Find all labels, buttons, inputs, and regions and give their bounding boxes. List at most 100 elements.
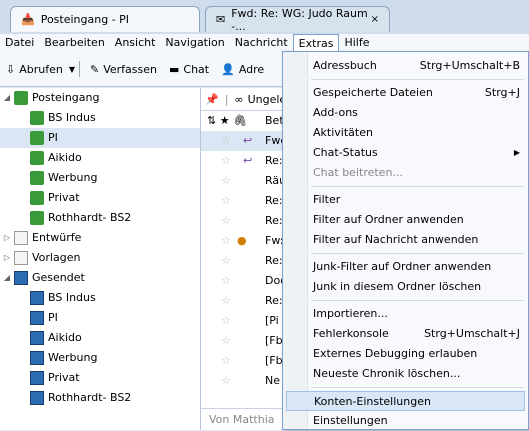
twisty-icon[interactable]: ▷ xyxy=(2,248,12,268)
menu-item-label: Gespeicherte Dateien xyxy=(313,86,433,99)
folder-item[interactable]: BS Indus xyxy=(0,108,200,128)
message-subject: Re: xyxy=(265,294,283,307)
inbox-folder-icon xyxy=(30,211,44,225)
folder-item[interactable]: BS Indus xyxy=(0,288,200,308)
folder-item[interactable]: Privat xyxy=(0,368,200,388)
addressbook-button[interactable]: 👤 Adre xyxy=(215,63,270,76)
menu-nachricht[interactable]: Nachricht xyxy=(230,34,293,52)
sent-folder-icon xyxy=(30,391,44,405)
inbox-folder-icon xyxy=(30,171,44,185)
folder-item[interactable]: Werbung xyxy=(0,168,200,188)
folder-label: Aikido xyxy=(48,331,82,344)
menu-item[interactable]: Neueste Chronik löschen... xyxy=(313,364,520,384)
tab-message[interactable]: ✉ Fwd: Re: WG: Judo Raum -... × xyxy=(205,6,390,33)
folder-label: BS Indus xyxy=(48,111,96,124)
folder-item[interactable]: ◢ Posteingang xyxy=(0,88,200,108)
star-icon[interactable]: ☆ xyxy=(221,151,231,171)
folder-label: Entwürfe xyxy=(32,231,82,244)
menu-bearbeiten[interactable]: Bearbeiten xyxy=(39,34,109,52)
folder-item[interactable]: Aikido xyxy=(0,148,200,168)
chat-button[interactable]: ▬ Chat xyxy=(163,63,215,76)
doc-folder-icon xyxy=(14,251,28,265)
folder-item[interactable]: ◢ Gesendet xyxy=(0,268,200,288)
menu-item[interactable]: Konten-Einstellungen xyxy=(286,391,525,411)
menu-item-label: Chat-Status xyxy=(313,146,378,159)
menu-item[interactable]: Importieren... xyxy=(313,304,520,324)
twisty-icon[interactable]: ◢ xyxy=(2,88,12,108)
menu-item[interactable]: Einstellungen xyxy=(313,411,520,431)
twisty-icon[interactable]: ◢ xyxy=(2,268,12,288)
chevron-down-icon[interactable]: ▼ xyxy=(69,65,75,74)
star-icon[interactable]: ☆ xyxy=(221,311,231,331)
star-icon[interactable]: ☆ xyxy=(221,371,231,391)
star-icon[interactable]: ☆ xyxy=(221,131,231,151)
menu-navigation[interactable]: Navigation xyxy=(160,34,229,52)
folder-item[interactable]: Rothhardt- BS2 xyxy=(0,388,200,408)
menu-item[interactable]: Fehlerkonsole Strg+Umschalt+J xyxy=(313,324,520,344)
submenu-arrow-icon: ▶ xyxy=(513,148,520,157)
message-subject: Re: xyxy=(265,254,283,267)
divider: | xyxy=(224,92,229,106)
tab-posteingang[interactable]: 📥 Posteingang - PI xyxy=(10,6,200,32)
compose-button[interactable]: ✎ Verfassen xyxy=(84,63,163,76)
menu-item[interactable]: Junk-Filter auf Ordner anwenden xyxy=(313,257,520,277)
star-icon[interactable]: ☆ xyxy=(221,191,231,211)
folder-item[interactable]: PI xyxy=(0,128,200,148)
menu-item[interactable]: Chat-Status ▶ xyxy=(313,143,520,163)
sent-folder-icon xyxy=(30,331,44,345)
star-icon[interactable]: ☆ xyxy=(221,351,231,371)
sent-folder-icon xyxy=(30,371,44,385)
menu-separator xyxy=(311,253,524,254)
inbox-folder-icon xyxy=(30,151,44,165)
menu-item[interactable]: Aktivitäten xyxy=(313,123,520,143)
menu-item-label: Importieren... xyxy=(313,307,388,320)
message-subject: Ne xyxy=(265,374,280,387)
menu-item-label: Chat beitreten... xyxy=(313,166,403,179)
chat-icon: ▬ xyxy=(169,62,180,76)
star-icon[interactable]: ☆ xyxy=(221,331,231,351)
close-icon[interactable]: × xyxy=(371,14,379,25)
menu-item[interactable]: Gespeicherte Dateien Strg+J xyxy=(313,83,520,103)
menu-item[interactable]: Externes Debugging erlauben xyxy=(313,344,520,364)
menu-extras[interactable]: Extras xyxy=(292,33,340,53)
pin-icon[interactable]: 📌 xyxy=(205,93,219,106)
star-icon[interactable]: ☆ xyxy=(221,251,231,271)
unread-filter-label[interactable]: Ungele xyxy=(248,93,287,106)
menu-item[interactable]: Add-ons xyxy=(313,103,520,123)
unread-filter-icon[interactable]: ∞ xyxy=(234,93,243,106)
folder-item[interactable]: Werbung xyxy=(0,348,200,368)
menu-hilfe[interactable]: Hilfe xyxy=(339,34,374,52)
message-subject: Re: xyxy=(265,214,283,227)
menu-item[interactable]: Filter auf Nachricht anwenden xyxy=(313,230,520,250)
menu-item-label: Aktivitäten xyxy=(313,126,373,139)
star-icon[interactable]: ☆ xyxy=(221,171,231,191)
folder-label: Vorlagen xyxy=(32,251,81,264)
column-icons[interactable]: ⇅ ★ 🖇 xyxy=(207,111,247,131)
sent-folder-icon xyxy=(30,291,44,305)
folder-item[interactable]: ▷ Entwürfe xyxy=(0,228,200,248)
menu-ansicht[interactable]: Ansicht xyxy=(110,34,161,52)
star-icon[interactable]: ☆ xyxy=(221,271,231,291)
pencil-icon: ✎ xyxy=(90,62,100,76)
toolbar-divider xyxy=(79,61,80,77)
star-icon[interactable]: ☆ xyxy=(221,211,231,231)
chat-label: Chat xyxy=(183,62,210,76)
star-icon[interactable]: ☆ xyxy=(221,231,231,251)
inbox-folder-icon xyxy=(30,111,44,125)
twisty-icon[interactable]: ▷ xyxy=(2,228,12,248)
folder-item[interactable]: Privat xyxy=(0,188,200,208)
star-icon[interactable]: ☆ xyxy=(221,291,231,311)
folder-item[interactable]: ▷ Vorlagen xyxy=(0,248,200,268)
menu-item[interactable]: Filter auf Ordner anwenden xyxy=(313,210,520,230)
folder-item[interactable]: PI xyxy=(0,308,200,328)
menu-item[interactable]: Junk in diesem Ordner löschen xyxy=(313,277,520,297)
menu-item[interactable]: Adressbuch Strg+Umschalt+B xyxy=(313,56,520,76)
download-icon: ⇩ xyxy=(6,62,16,76)
menu-item[interactable]: Filter xyxy=(313,190,520,210)
tab-title: Posteingang - PI xyxy=(40,13,130,26)
menu-datei[interactable]: Datei xyxy=(0,34,39,52)
fetch-button[interactable]: ⇩ Abrufen xyxy=(0,63,69,76)
menu-item-label: Fehlerkonsole xyxy=(313,327,389,340)
folder-item[interactable]: Aikido xyxy=(0,328,200,348)
folder-item[interactable]: Rothhardt- BS2 xyxy=(0,208,200,228)
